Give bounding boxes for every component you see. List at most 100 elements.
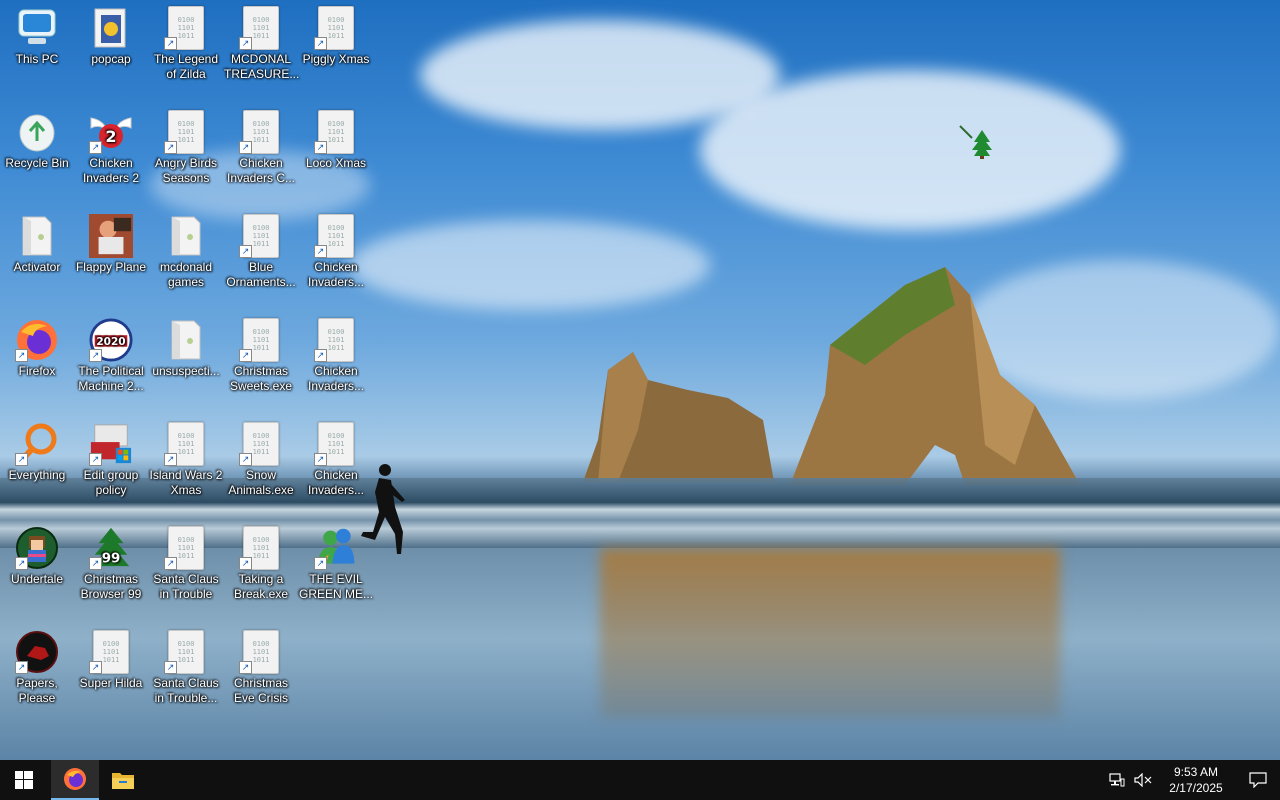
wallpaper-cloud [700, 70, 1120, 230]
desktop-icon-image: ↗ [15, 318, 59, 362]
desktop-icon-label: Edit group policy [83, 468, 139, 497]
desktop-icon-popcap[interactable]: popcap [74, 0, 148, 67]
desktop-icon-image [15, 110, 59, 154]
desktop-icon-blue-ornaments[interactable]: 0100 1101 1011 ↗ Blue Ornaments... [224, 208, 298, 290]
flappy-plane-icon [89, 214, 133, 258]
desktop-icon-label: Chicken Invaders 2 [82, 156, 140, 185]
shortcut-arrow-icon: ↗ [89, 141, 102, 154]
desktop-icon-label: Flappy Plane [75, 260, 147, 274]
desktop-icon-edit-group-policy[interactable]: ↗ Edit group policy [74, 416, 148, 498]
desktop-icon-santa-claus-in-trouble[interactable]: 0100 1101 1011 ↗ Santa Claus in Trouble [149, 520, 223, 602]
desktop-icon-label: mcdonald games [159, 260, 213, 289]
desktop-icon-papers-please[interactable]: ↗ Papers, Please [0, 624, 74, 706]
network-icon[interactable] [1104, 760, 1130, 800]
desktop-wallpaper[interactable]: This PC popcap 0100 1101 1011 ↗ The Legend of … [0, 0, 1280, 760]
desktop-icon-unsuspecti[interactable]: unsuspecti... [149, 312, 223, 379]
desktop-icon-angry-birds-seasons[interactable]: 0100 1101 1011 ↗ Angry Birds Seasons [149, 104, 223, 186]
wallpaper-small-rock [583, 352, 774, 482]
desktop-icon-taking-a-break-exe[interactable]: 0100 1101 1011 ↗ Taking a Break.exe [224, 520, 298, 602]
taskbar: 9:53 AM 2/17/2025 [0, 760, 1280, 800]
shortcut-arrow-icon: ↗ [239, 141, 252, 154]
desktop-icon-chicken-invaders-2[interactable]: 2 ↗ Chicken Invaders 2 [74, 104, 148, 186]
desktop-icon-image [164, 214, 208, 258]
shortcut-arrow-icon: ↗ [239, 349, 252, 362]
desktop-icon-label: The Legend of Zilda [153, 52, 219, 81]
desktop-icon-the-legend-of-zilda[interactable]: 0100 1101 1011 ↗ The Legend of Zilda [149, 0, 223, 82]
desktop-icon-label: Christmas Browser 99 [80, 572, 142, 601]
shortcut-arrow-icon: ↗ [314, 37, 327, 50]
desktop-icon-island-wars-2-xmas[interactable]: 0100 1101 1011 ↗ Island Wars 2 Xmas [149, 416, 223, 498]
desktop-icon-santa-claus-in-trouble[interactable]: 0100 1101 1011 ↗ Santa Claus in Trouble... [149, 624, 223, 706]
desktop-icon-image: 99 ↗ [89, 526, 133, 570]
shortcut-arrow-icon: ↗ [164, 37, 177, 50]
desktop-icon-super-hilda[interactable]: 0100 1101 1011 ↗ Super Hilda [74, 624, 148, 691]
desktop-icon-undertale[interactable]: ↗ Undertale [0, 520, 74, 587]
desktop-icon-label: Christmas Sweets.exe [229, 364, 293, 393]
desktop-icon-label: Christmas Eve Crisis [233, 676, 288, 705]
shortcut-arrow-icon: ↗ [314, 349, 327, 362]
wallpaper-reflection [600, 548, 1060, 718]
windows-logo-icon [15, 771, 33, 789]
desktop-icon-label: Taking a Break.exe [233, 572, 289, 601]
desktop-icon-snow-animals-exe[interactable]: 0100 1101 1011 ↗ Snow Animals.exe [224, 416, 298, 498]
this-pc-icon [18, 9, 56, 44]
desktop-icon-label: Chicken Invaders... [307, 364, 365, 393]
desktop-icon-label: Chicken Invaders... [307, 260, 365, 289]
shortcut-arrow-icon: ↗ [89, 661, 102, 674]
desktop-icon-recycle-bin[interactable]: Recycle Bin [0, 104, 74, 171]
desktop-icon-this-pc[interactable]: This PC [0, 0, 74, 67]
desktop-icon-christmas-browser-99[interactable]: 99 ↗ Christmas Browser 99 [74, 520, 148, 602]
desktop-icon-the-evil-green-me[interactable]: ↗ THE EVIL GREEN ME... [299, 520, 373, 602]
desktop-icon-activator[interactable]: Activator [0, 208, 74, 275]
desktop-icon-image [15, 6, 59, 50]
shortcut-arrow-icon: ↗ [15, 349, 28, 362]
desktop-icon-image: 0100 1101 1011 ↗ [239, 214, 283, 258]
folder-icon [171, 320, 201, 360]
desktop-icon-chicken-invaders[interactable]: 0100 1101 1011 ↗ Chicken Invaders... [299, 416, 373, 498]
desktop-icon-chicken-invaders[interactable]: 0100 1101 1011 ↗ Chicken Invaders... [299, 208, 373, 290]
desktop-icon-mcdonald-games[interactable]: mcdonald games [149, 208, 223, 290]
desktop-icon-loco-xmas[interactable]: 0100 1101 1011 ↗ Loco Xmas [299, 104, 373, 171]
desktop-icon-image: ↗ [15, 526, 59, 570]
popcap-folder-icon [94, 8, 126, 48]
action-center-button[interactable] [1236, 760, 1280, 800]
desktop-icon-label: Chicken Invaders C... [226, 156, 296, 185]
clock-date: 2/17/2025 [1169, 781, 1223, 795]
system-tray: 9:53 AM 2/17/2025 [1104, 760, 1280, 800]
desktop-icon-mcdonal-treasure[interactable]: 0100 1101 1011 ↗ MCDONAL TREASURE... [224, 0, 299, 82]
desktop-icon-everything[interactable]: ↗ Everything [0, 416, 74, 483]
desktop-icon-image: ↗ [89, 422, 133, 466]
desktop-icon-label: Chicken Invaders... [307, 468, 365, 497]
desktop-icon-chicken-invaders-c[interactable]: 0100 1101 1011 ↗ Chicken Invaders C... [224, 104, 298, 186]
desktop-icon-label: Angry Birds Seasons [154, 156, 218, 185]
volume-muted-icon[interactable] [1130, 760, 1156, 800]
desktop-icon-image: 0100 1101 1011 ↗ [314, 214, 358, 258]
desktop-icon-firefox[interactable]: ↗ Firefox [0, 312, 74, 379]
svg-text:2: 2 [105, 127, 116, 146]
desktop-icon-image: 0100 1101 1011 ↗ [239, 526, 283, 570]
shortcut-arrow-icon: ↗ [164, 453, 177, 466]
desktop-icon-christmas-eve-crisis[interactable]: 0100 1101 1011 ↗ Christmas Eve Crisis [224, 624, 298, 706]
desktop-icon-the-political-machine-2[interactable]: 2020 ↗ The Political Machine 2... [74, 312, 148, 394]
desktop-icon-piggly-xmas[interactable]: 0100 1101 1011 ↗ Piggly Xmas [299, 0, 373, 67]
shortcut-arrow-icon: ↗ [15, 557, 28, 570]
desktop-icon-image: ↗ [15, 422, 59, 466]
svg-text:2020: 2020 [96, 336, 125, 348]
desktop-icon-image: ↗ [15, 630, 59, 674]
shortcut-arrow-icon: ↗ [239, 453, 252, 466]
desktop-icon-label: The Political Machine 2... [78, 364, 144, 393]
taskbar-clock[interactable]: 9:53 AM 2/17/2025 [1156, 764, 1236, 796]
taskbar-file-explorer-button[interactable] [99, 760, 147, 800]
desktop-icon-image: 0100 1101 1011 ↗ [314, 318, 358, 362]
desktop-icon-image [89, 6, 133, 50]
desktop-icon-chicken-invaders[interactable]: 0100 1101 1011 ↗ Chicken Invaders... [299, 312, 373, 394]
taskbar-firefox-button[interactable] [51, 760, 99, 800]
shortcut-arrow-icon: ↗ [314, 141, 327, 154]
start-button[interactable] [0, 760, 48, 800]
desktop-icon-label: popcap [91, 52, 131, 66]
desktop-icon-image: 2020 ↗ [89, 318, 133, 362]
desktop-icon-image: ↗ [314, 526, 358, 570]
desktop-icon-flappy-plane[interactable]: Flappy Plane [74, 208, 148, 275]
desktop-icon-christmas-sweets-exe[interactable]: 0100 1101 1011 ↗ Christmas Sweets.exe [224, 312, 298, 394]
desktop-icon-label: THE EVIL GREEN ME... [299, 572, 374, 601]
